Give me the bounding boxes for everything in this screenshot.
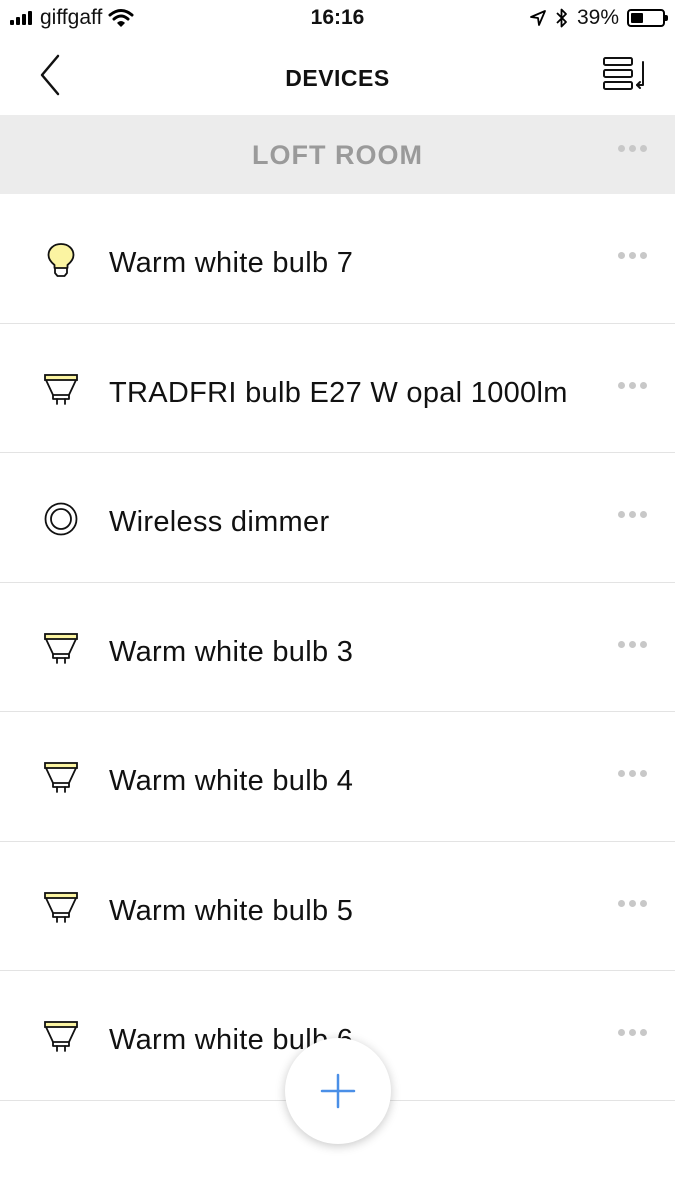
plus-icon bbox=[320, 1073, 356, 1109]
device-name: Warm white bulb 3 bbox=[109, 635, 354, 668]
add-device-button[interactable] bbox=[285, 1038, 391, 1144]
status-bar: giffgaff 16:16 39% bbox=[0, 0, 675, 40]
gu10-bulb-icon bbox=[42, 759, 80, 797]
more-dots-icon[interactable] bbox=[618, 145, 647, 152]
device-name: TRADFRI bulb E27 W opal 1000lm bbox=[109, 376, 568, 409]
room-section-header: LOFT ROOM bbox=[0, 115, 675, 194]
device-row[interactable]: Warm white bulb 7 bbox=[0, 194, 675, 324]
more-dots-icon[interactable] bbox=[618, 252, 647, 259]
more-dots-icon[interactable] bbox=[618, 1029, 647, 1036]
bluetooth-icon bbox=[556, 8, 567, 28]
a-bulb-icon bbox=[42, 241, 80, 279]
device-row[interactable]: Warm white bulb 4 bbox=[0, 712, 675, 842]
gu10-bulb-icon bbox=[42, 889, 80, 927]
battery-percent: 39% bbox=[576, 6, 619, 29]
device-row[interactable]: Wireless dimmer bbox=[0, 453, 675, 583]
device-list: Warm white bulb 7 TRADFRI bulb E27 W opal… bbox=[0, 194, 675, 1101]
more-dots-icon[interactable] bbox=[618, 640, 647, 648]
device-name: Warm white bulb 4 bbox=[109, 765, 354, 797]
device-name: Wireless dimmer bbox=[109, 506, 330, 538]
gu10-bulb-icon bbox=[42, 371, 80, 409]
location-arrow-icon bbox=[530, 10, 546, 26]
device-name: Warm white bulb 7 bbox=[109, 247, 354, 279]
more-dots-icon[interactable] bbox=[618, 899, 647, 907]
page-title: DEVICES bbox=[285, 65, 390, 91]
more-dots-icon[interactable] bbox=[618, 381, 647, 389]
dimmer-icon bbox=[42, 500, 80, 538]
status-right: 39% bbox=[529, 6, 668, 30]
navigation-bar: DEVICES bbox=[0, 40, 675, 115]
device-row[interactable]: Warm white bulb 3 bbox=[0, 583, 675, 712]
room-title: LOFT ROOM bbox=[252, 140, 423, 170]
list-sort-icon[interactable] bbox=[601, 52, 651, 96]
device-name: Warm white bulb 5 bbox=[109, 894, 354, 927]
gu10-bulb-icon bbox=[42, 630, 80, 668]
battery-icon bbox=[627, 9, 668, 27]
gu10-bulb-icon bbox=[42, 1018, 80, 1056]
device-row[interactable]: Warm white bulb 5 bbox=[0, 842, 675, 971]
more-dots-icon[interactable] bbox=[618, 770, 647, 777]
more-dots-icon[interactable] bbox=[618, 511, 647, 518]
device-row[interactable]: TRADFRI bulb E27 W opal 1000lm bbox=[0, 324, 675, 453]
